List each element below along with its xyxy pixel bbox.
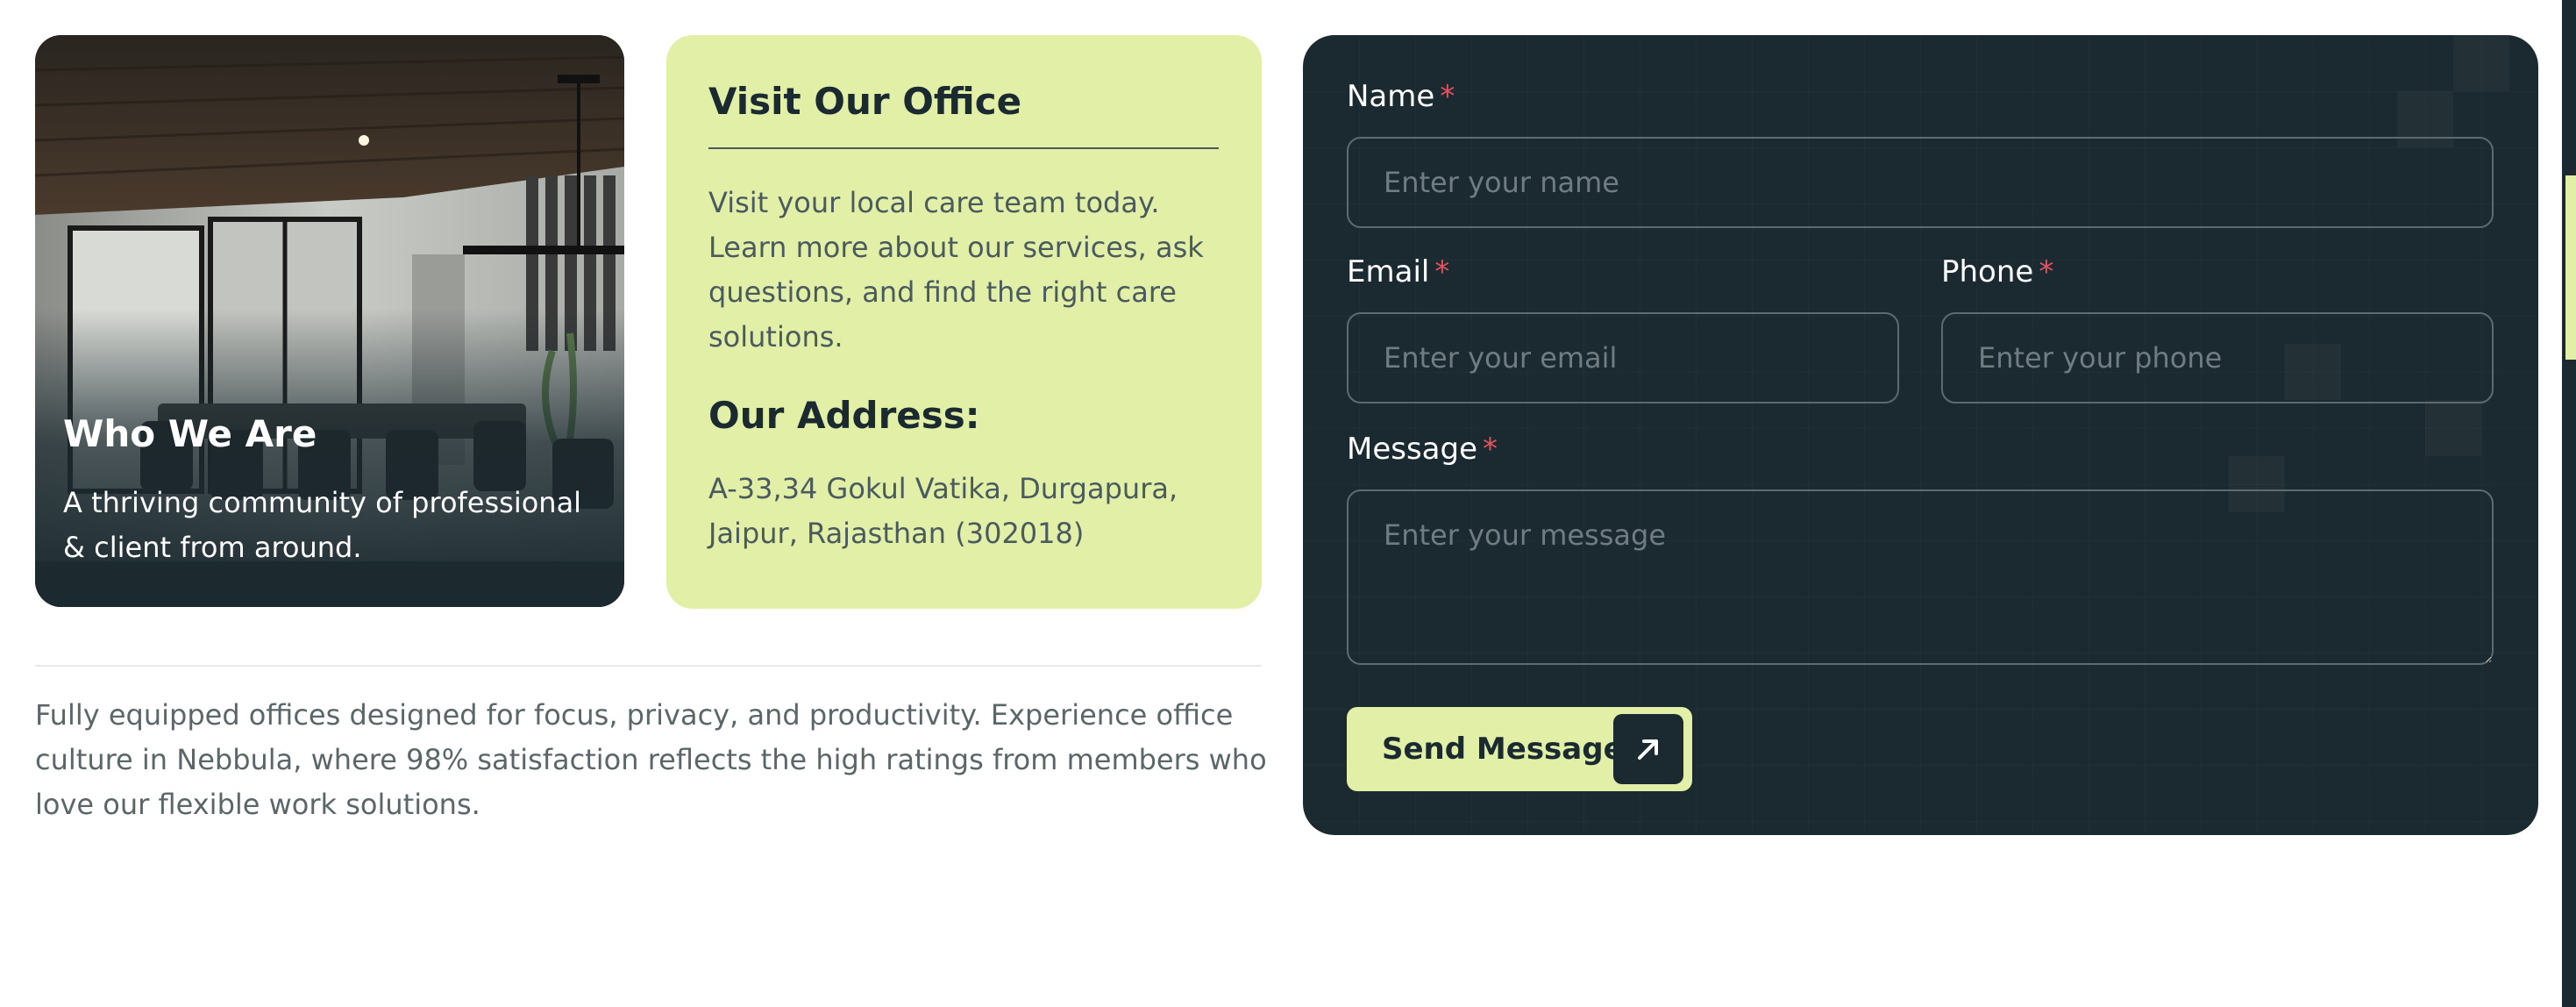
offices-description: Fully equipped offices designed for focu… [35, 698, 1267, 821]
visit-office-title: Visit Our Office [708, 80, 1022, 123]
name-label-text: Name [1347, 79, 1435, 114]
phone-label: Phone * [1941, 253, 2053, 291]
message-label: Message * [1347, 430, 1498, 468]
name-input[interactable] [1347, 137, 2494, 228]
phone-input[interactable] [1941, 312, 2494, 404]
visit-office-description: Visit your local care team today. Learn … [708, 186, 1204, 354]
required-asterisk: * [1440, 79, 1455, 114]
message-textarea[interactable] [1347, 489, 2494, 665]
name-label: Name * [1347, 77, 1455, 116]
page-scrollbar-track[interactable] [2562, 0, 2576, 1007]
address-title: Our Address: [708, 394, 980, 437]
email-label-text: Email [1347, 254, 1430, 289]
email-label: Email * [1347, 253, 1449, 291]
background-tile [2425, 400, 2481, 456]
arrow-up-right-icon [1613, 714, 1683, 784]
required-asterisk: * [2039, 254, 2054, 289]
visit-office-divider [708, 147, 1219, 149]
section-divider [35, 665, 1262, 667]
page: Who We Are A thriving community of profe… [0, 0, 2576, 1007]
who-we-are-description: A thriving community of professional & c… [63, 486, 582, 564]
message-label-text: Message [1347, 432, 1478, 467]
page-scrollbar-thumb[interactable] [2565, 175, 2576, 360]
arrow-up-right-icon-glyph [1638, 739, 1658, 760]
send-message-button[interactable]: Send Message [1347, 707, 1692, 791]
visit-office-card: Visit Our Office Visit your local care t… [666, 35, 1262, 609]
who-we-are-card: Who We Are A thriving community of profe… [35, 35, 624, 607]
who-we-are-title: Who We Are [63, 412, 317, 455]
office-address: A-33,34 Gokul Vatika, Durgapura, Jaipur,… [708, 472, 1178, 550]
phone-label-text: Phone [1941, 254, 2034, 289]
required-asterisk: * [1483, 432, 1498, 467]
background-tile [2453, 35, 2509, 91]
send-message-label: Send Message [1382, 732, 1624, 767]
contact-form: Name* Email* Phone* Message* Send Messag… [1303, 35, 2538, 835]
required-asterisk: * [1434, 254, 1450, 289]
email-input[interactable] [1347, 312, 1899, 404]
